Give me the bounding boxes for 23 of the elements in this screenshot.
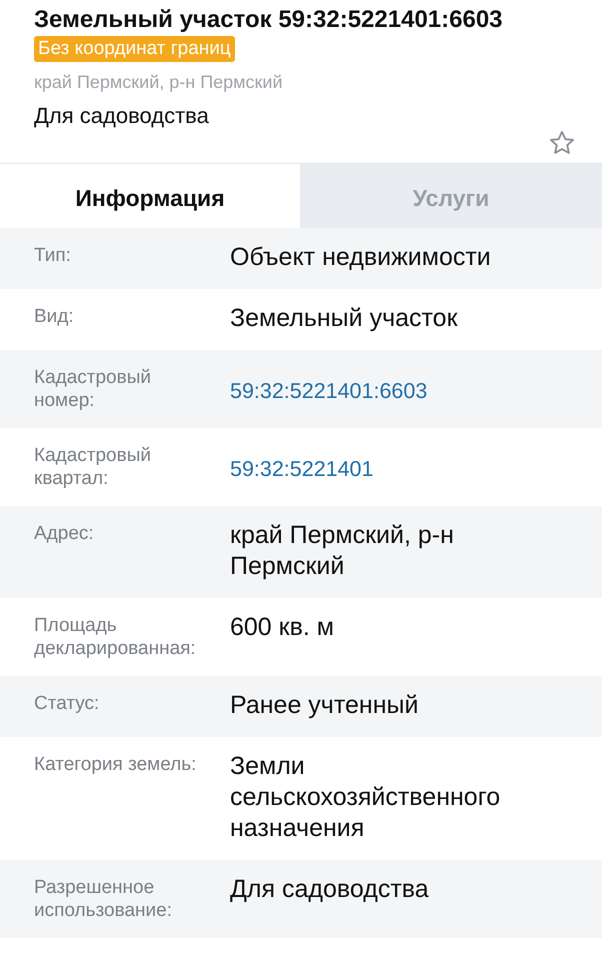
field-value: 600 кв. м	[230, 612, 335, 643]
field-label: Категория земель:	[34, 753, 198, 776]
page-title: Земельный участок 59:32:5221401:6603	[34, 6, 503, 34]
field-value: Ранее учтенный	[230, 690, 420, 721]
field-value: Объект недвижимости	[230, 242, 492, 273]
field-value: край Пермский, р-н Пермский	[230, 520, 455, 582]
field-label: Кадастровый квартал:	[34, 444, 152, 490]
cadastral-link[interactable]: 59:32:5221401:6603	[230, 364, 602, 404]
status-badge: Без координат границ	[34, 36, 235, 62]
cadastral-link[interactable]: 59:32:5221401	[230, 442, 602, 482]
star-icon[interactable]	[548, 129, 576, 157]
field-label: Адрес:	[34, 522, 95, 545]
field-label: Разрешенное использование:	[34, 876, 174, 922]
address-subtitle: край Пермский, р-н Пермский	[34, 72, 283, 93]
field-label: Статус:	[34, 692, 100, 715]
field-value: Земли сельскохозяйственного назначения	[230, 751, 502, 844]
field-label: Кадастровый номер:	[34, 366, 152, 412]
field-value: Земельный участок	[230, 303, 459, 334]
field-label: Площадь декларированная:	[34, 614, 197, 660]
field-label: Вид:	[34, 305, 75, 328]
field-label: Тип:	[34, 244, 72, 267]
purpose-text: Для садоводства	[34, 103, 209, 129]
field-value: Для садоводства	[230, 874, 430, 905]
